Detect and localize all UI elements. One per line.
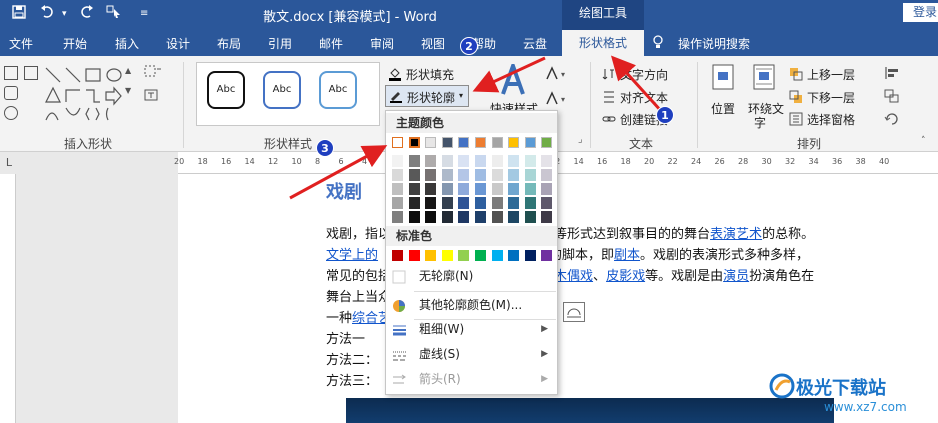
watermark: 极光下载站 www.xz7.com [768, 370, 938, 423]
watermark-url: www.xz7.com [824, 400, 907, 414]
annotation-arrows [289, 55, 664, 200]
watermark-title: 极光下载站 [796, 378, 886, 399]
step-badge-1: 1 [656, 106, 674, 124]
arrow-to-shape-format-tab [610, 55, 664, 114]
arrow-to-white-swatch [289, 145, 388, 200]
arrow-to-shape-outline [472, 56, 546, 93]
step-badge-2: 2 [460, 37, 478, 55]
step-badge-3: 3 [316, 139, 334, 157]
watermark-logo-icon [769, 373, 795, 399]
